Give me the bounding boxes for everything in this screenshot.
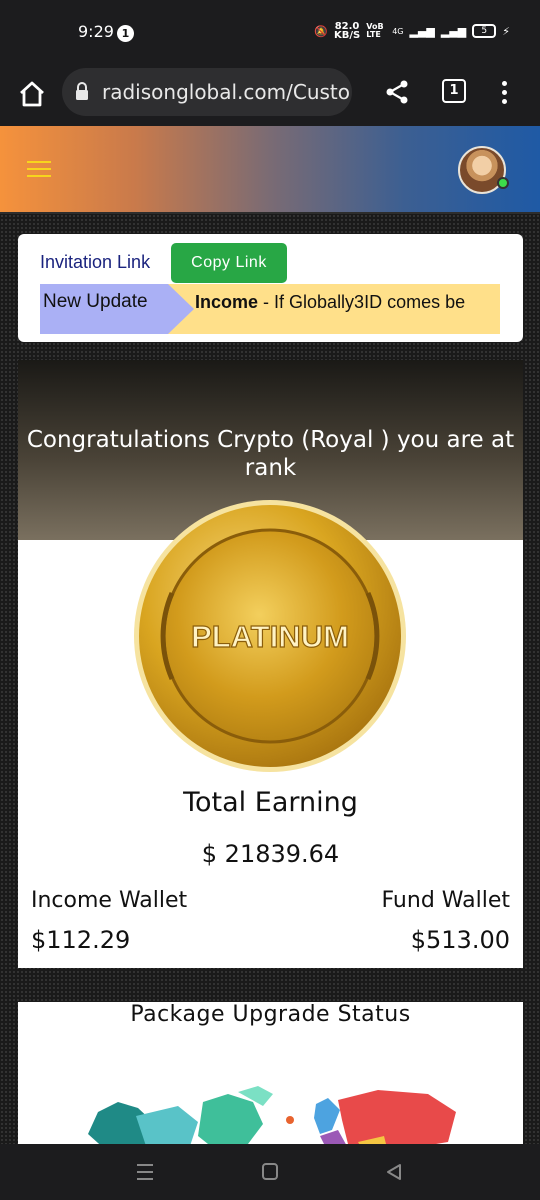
more-vert-icon[interactable] bbox=[497, 78, 511, 106]
browser-toolbar: radisonglobal.com/Custo 1 bbox=[0, 66, 540, 126]
total-earning-value: $ 21839.64 bbox=[201, 840, 340, 868]
ticker-bold: Income bbox=[195, 292, 259, 312]
network-type: 4G bbox=[392, 26, 404, 36]
url-text: radisonglobal.com/Custo bbox=[102, 80, 351, 104]
notification-badge: 1 bbox=[117, 25, 134, 42]
total-earning-label: Total Earning bbox=[183, 787, 358, 818]
world-map-chart bbox=[88, 1086, 456, 1144]
online-status-dot bbox=[497, 177, 509, 189]
recent-apps-icon[interactable] bbox=[137, 1164, 153, 1180]
ticker-body: - If Globally3ID comes be bbox=[258, 292, 466, 312]
site-header bbox=[0, 126, 540, 214]
rank-badge-text: PLATINUM bbox=[191, 619, 349, 654]
platinum-coin-badge: PLATINUM bbox=[134, 500, 406, 772]
tabs-icon[interactable]: 1 bbox=[442, 79, 466, 103]
url-bar[interactable]: radisonglobal.com/Custo bbox=[62, 68, 352, 116]
rank-message: Congratulations Crypto (Royal ) you are … bbox=[26, 427, 515, 481]
status-icons: 🔕 82.0 KB/S VoB LTE 4G ▂▄▆ ▂▄▆ 5 ⚡ bbox=[314, 22, 510, 41]
speed-unit: KB/S bbox=[333, 30, 361, 41]
system-nav-bar bbox=[0, 1144, 540, 1200]
invitation-card: Invitation Link Copy Link Income - If Gl… bbox=[18, 234, 523, 342]
income-wallet-label: Income Wallet bbox=[31, 888, 188, 913]
charging-icon: ⚡ bbox=[502, 24, 510, 38]
network-speed: 82.0 KB/S bbox=[333, 22, 361, 41]
news-ticker: Income - If Globally3ID comes be New Upd… bbox=[40, 284, 500, 334]
new-update-label: New Update bbox=[40, 284, 168, 334]
status-time: 9:29 bbox=[78, 22, 114, 41]
battery-icon: 5 bbox=[472, 24, 497, 38]
lock-icon bbox=[76, 82, 88, 100]
back-icon[interactable] bbox=[384, 1162, 404, 1182]
invitation-link[interactable]: Invitation Link bbox=[40, 252, 150, 273]
nav-home-icon[interactable] bbox=[262, 1163, 278, 1180]
volte-tag: VoB LTE bbox=[366, 22, 384, 39]
update-arrow bbox=[168, 284, 194, 334]
income-wallet-value: $112.29 bbox=[31, 926, 131, 954]
share-icon[interactable] bbox=[383, 78, 411, 106]
rank-card: Congratulations Crypto (Royal ) you are … bbox=[18, 360, 523, 968]
status-bar: 9:29 1 🔕 82.0 KB/S VoB LTE 4G ▂▄▆ ▂▄▆ 5 … bbox=[0, 0, 540, 66]
signal-icon-2: ▂▄▆ bbox=[440, 24, 467, 38]
package-status-title: Package Upgrade Status bbox=[130, 1002, 411, 1027]
copy-link-button[interactable]: Copy Link bbox=[171, 243, 287, 283]
hamburger-icon[interactable] bbox=[27, 161, 51, 179]
mute-icon: 🔕 bbox=[314, 24, 328, 38]
signal-icon: ▂▄▆ bbox=[409, 24, 435, 38]
home-icon[interactable] bbox=[16, 78, 48, 110]
package-status-card: Package Upgrade Status bbox=[18, 1002, 523, 1144]
ticker-text: Income - If Globally3ID comes be bbox=[195, 284, 465, 320]
fund-wallet-label: Fund Wallet bbox=[381, 888, 510, 913]
fund-wallet-value: $513.00 bbox=[410, 926, 510, 954]
